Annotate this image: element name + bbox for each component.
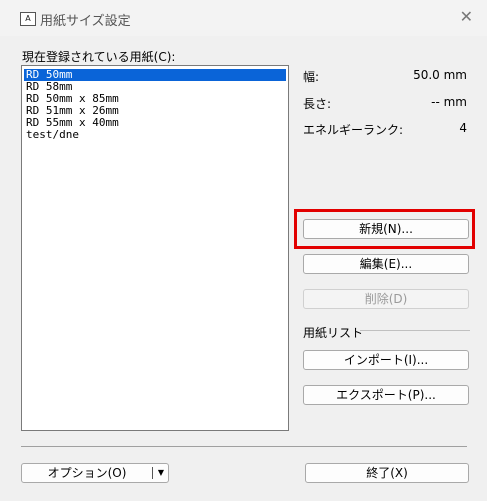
paper-list-group-label: 用紙リスト — [303, 326, 364, 340]
width-label: 幅: — [303, 70, 320, 84]
export-button[interactable]: エクスポート(P)... — [303, 385, 469, 405]
import-button[interactable]: インポート(I)... — [303, 350, 469, 370]
delete-button[interactable]: 削除(D) — [303, 289, 469, 309]
edit-button[interactable]: 編集(E)... — [303, 254, 469, 274]
paper-list-label: 現在登録されている用紙(C): — [22, 50, 176, 64]
paper-listbox[interactable]: RD 50mm RD 58mm RD 50mm x 85mm RD 51mm x… — [21, 65, 289, 431]
energy-rank-value: 4 — [459, 121, 467, 135]
length-value: -- mm — [431, 95, 467, 109]
width-value: 50.0 mm — [413, 68, 467, 82]
close-icon[interactable]: ✕ — [460, 7, 473, 26]
close-button[interactable]: 終了(X) — [305, 463, 469, 483]
list-item[interactable]: test/dne — [24, 129, 286, 141]
new-button[interactable]: 新規(N)... — [303, 219, 469, 239]
length-label: 長さ: — [303, 97, 332, 111]
title-bar: A 用紙サイズ設定 ✕ — [0, 0, 487, 36]
dropdown-arrow-icon[interactable]: ▼ — [155, 464, 167, 482]
window-title: 用紙サイズ設定 — [40, 14, 131, 29]
app-icon: A — [20, 12, 36, 26]
options-button[interactable]: オプション(O) — [22, 464, 152, 482]
options-split-button[interactable]: オプション(O) ▼ — [21, 463, 169, 483]
group-divider — [360, 330, 470, 331]
split-divider — [152, 467, 153, 479]
footer-separator — [21, 446, 467, 447]
energy-rank-label: エネルギーランク: — [303, 123, 404, 137]
